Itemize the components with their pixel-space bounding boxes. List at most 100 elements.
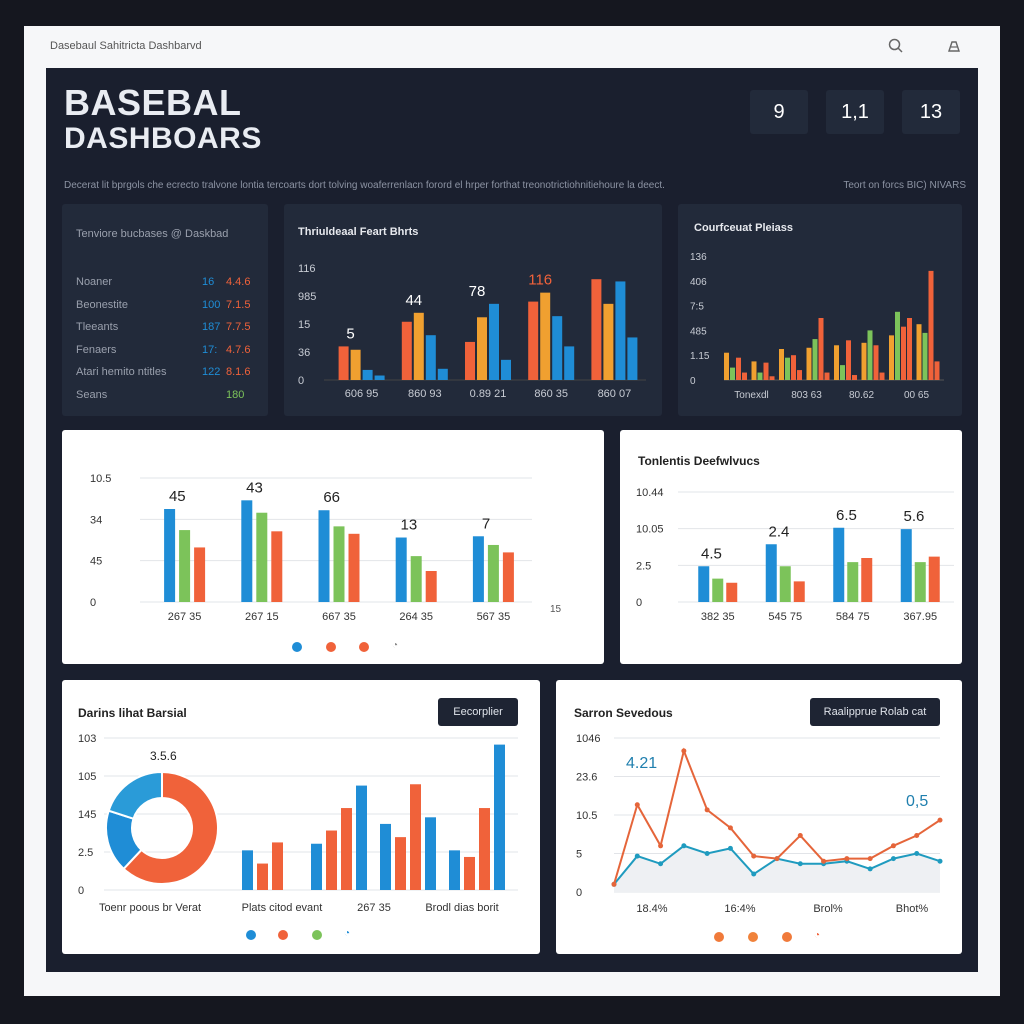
stats-panel: Tenviore bucbases @ Daskbad Noaner 16 4.4.… bbox=[62, 204, 268, 416]
y-tick-label: 0 bbox=[576, 887, 582, 899]
x-tick-label: Plats citod evant bbox=[242, 902, 323, 914]
line-point bbox=[937, 858, 943, 864]
chart-bar bbox=[194, 547, 206, 602]
legend-dot-orange[interactable] bbox=[326, 642, 336, 652]
legend-more-icon[interactable]: ◔ bbox=[814, 930, 820, 941]
chart-bar bbox=[726, 582, 738, 602]
y-tick-label: 10.44 bbox=[636, 487, 664, 499]
chart-bar bbox=[901, 326, 906, 380]
legend-more-icon[interactable]: ◔ bbox=[344, 928, 350, 939]
stat-row-value: 187 bbox=[202, 321, 221, 333]
chart-bar bbox=[356, 785, 367, 890]
data-label: 4.21 bbox=[626, 755, 657, 772]
y-tick-label: 0 bbox=[690, 376, 696, 387]
chart-bar bbox=[769, 376, 775, 380]
line-point bbox=[937, 817, 943, 823]
legend-dot-orange-2[interactable] bbox=[359, 642, 369, 652]
chart-bar bbox=[164, 509, 176, 602]
stat-row-value: 100 bbox=[202, 298, 221, 311]
stat-row-change: 4.4.6 bbox=[226, 276, 251, 288]
chart-bar bbox=[730, 367, 735, 380]
chart-bar bbox=[410, 784, 421, 890]
legend-more-icon[interactable]: ◔ bbox=[392, 640, 398, 651]
y-tick-label: 145 bbox=[78, 809, 96, 821]
stat-row-value: 122 bbox=[202, 366, 221, 378]
y-tick-label: 0 bbox=[78, 885, 84, 897]
legend-dot-blue[interactable] bbox=[292, 642, 302, 652]
x-tick-label: 584 75 bbox=[836, 611, 870, 623]
chart-5-svg: 103 105 145 2.5 0 3.5.6 Toenr poous br Verat Pl… bbox=[78, 733, 518, 914]
chart-bar bbox=[785, 357, 790, 380]
legend-dot-blue[interactable] bbox=[246, 930, 256, 940]
x-tick-label: Tonexdl bbox=[734, 390, 768, 401]
chart-bar bbox=[922, 332, 928, 380]
legend-dot-orange[interactable] bbox=[714, 932, 724, 942]
legend-dot-orange[interactable] bbox=[278, 930, 288, 940]
chart-bar bbox=[348, 533, 360, 602]
chart-bar bbox=[425, 817, 436, 890]
user-icon[interactable] bbox=[944, 36, 964, 56]
chart-3-svg: 10.5 34 45 0 45 43 66 13 7 267 35 267 15 667 35 264 … bbox=[90, 473, 562, 623]
chart-panel-1: Thriuldeaal Feart Bhrts 116 985 15 36 0 5 44 78… bbox=[284, 204, 662, 416]
window-title: Dasebaul Sahitricta Dashbarvd bbox=[50, 40, 202, 52]
data-label: 5.6 bbox=[904, 508, 925, 525]
chart-bar bbox=[374, 375, 385, 380]
stat-row-change: 7.7.5 bbox=[226, 321, 251, 333]
donut-label: 3.5.6 bbox=[150, 749, 177, 763]
chart-bar bbox=[812, 339, 818, 380]
stat-row-label: Beonestite bbox=[76, 298, 128, 311]
data-label: 0,5 bbox=[906, 793, 928, 810]
x-tick-label: 860 35 bbox=[534, 388, 568, 400]
chart-bar bbox=[603, 303, 614, 380]
stat-tile-2[interactable]: 1,1 bbox=[826, 90, 884, 134]
search-icon[interactable] bbox=[886, 36, 906, 56]
chart-bar bbox=[934, 361, 940, 380]
legend-dot-green[interactable] bbox=[312, 930, 322, 940]
line-area bbox=[614, 845, 940, 892]
line-point bbox=[658, 861, 664, 867]
legend-dot-orange-2[interactable] bbox=[748, 932, 758, 942]
chart-bar bbox=[437, 368, 448, 380]
data-label: 116 bbox=[528, 272, 552, 289]
x-tick-label: 80.62 bbox=[849, 390, 874, 401]
chart-bar bbox=[797, 370, 802, 380]
x-tick-label: 803 63 bbox=[791, 390, 822, 401]
line-point bbox=[774, 856, 780, 862]
chart-1-svg: 116 985 15 36 0 5 44 78 116 606 95 860 93 0.89 21 86… bbox=[298, 263, 646, 400]
line-point bbox=[890, 856, 896, 862]
chart-bar bbox=[350, 349, 361, 380]
chart-bar bbox=[742, 372, 747, 380]
chart-bar bbox=[889, 335, 894, 380]
chart-bar bbox=[257, 863, 268, 890]
chart-bar bbox=[464, 856, 475, 890]
stats-panel-title: Tenviore bucbases @ Daskbad bbox=[76, 228, 229, 240]
chart-bar bbox=[779, 349, 784, 380]
x-tick-label: 18.4% bbox=[636, 903, 667, 915]
title-bar: Dasebaul Sahitricta Dashbarvd bbox=[24, 26, 1000, 66]
y-tick-label: 34 bbox=[90, 514, 102, 526]
data-label: 43 bbox=[246, 479, 263, 496]
chart-bar bbox=[852, 375, 857, 380]
x-tick-label: 00 65 bbox=[904, 390, 929, 401]
chart-bar bbox=[318, 510, 330, 602]
chart-bar bbox=[465, 341, 475, 380]
x-tick-label: Bhot% bbox=[896, 903, 929, 915]
chart-bar bbox=[502, 552, 514, 602]
stat-tile-1[interactable]: 9 bbox=[750, 90, 808, 134]
line-point bbox=[797, 861, 803, 867]
chart-bar bbox=[879, 372, 885, 380]
chart-bar bbox=[867, 330, 873, 380]
chart-bar bbox=[834, 345, 839, 380]
stat-tile-3[interactable]: 13 bbox=[902, 90, 960, 134]
chart-bar bbox=[736, 357, 741, 380]
legend-dot-orange-3[interactable] bbox=[782, 932, 792, 942]
chart-bar bbox=[916, 324, 922, 380]
y-tick-label: 10.05 bbox=[636, 524, 664, 536]
stat-row-label: Atari hemito ntitles bbox=[76, 366, 167, 378]
line-point bbox=[890, 843, 896, 849]
x-tick-label: 367.95 bbox=[903, 611, 937, 623]
chart-bar bbox=[489, 303, 499, 380]
line-point bbox=[681, 748, 687, 754]
chart-bar bbox=[528, 301, 539, 380]
chart-bar bbox=[256, 512, 268, 602]
